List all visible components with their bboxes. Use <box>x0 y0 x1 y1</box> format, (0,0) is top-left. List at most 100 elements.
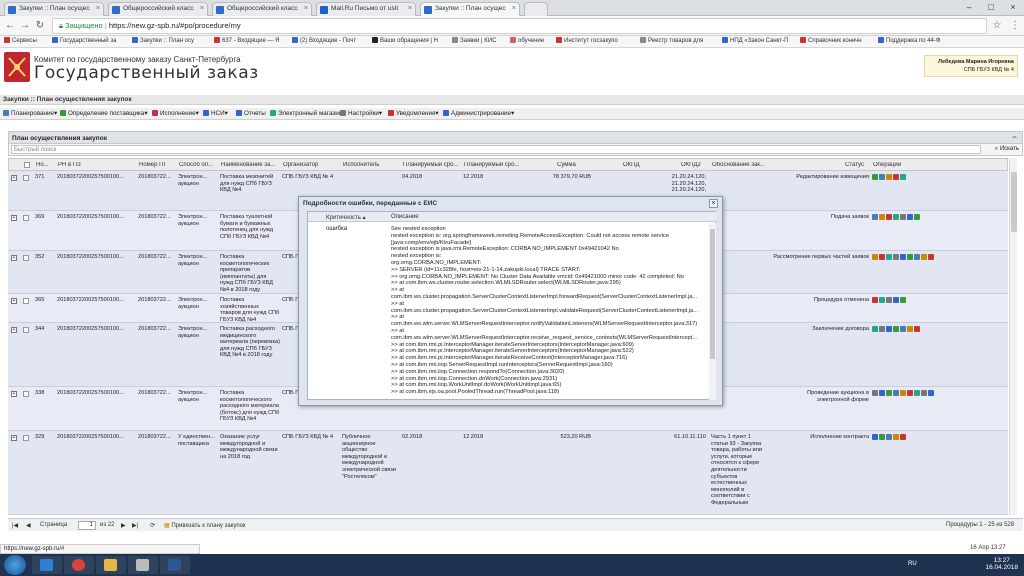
operation-icon[interactable] <box>893 174 899 180</box>
operation-icon[interactable] <box>893 254 899 260</box>
new-tab-button[interactable] <box>524 2 548 16</box>
expand-row-icon[interactable]: + <box>11 435 17 441</box>
operation-icon[interactable] <box>900 434 906 440</box>
browser-tab-active[interactable]: Закупки :: План осущес × <box>420 2 520 16</box>
column-header[interactable]: Организатор <box>283 162 341 168</box>
operation-icon[interactable] <box>928 390 934 396</box>
column-header[interactable]: Планируемый сро... <box>403 162 461 168</box>
row-checkbox[interactable] <box>23 327 29 333</box>
operation-icon[interactable] <box>886 214 892 220</box>
bookmark-item[interactable]: Ваши обращения | Н <box>372 37 438 44</box>
bookmark-item[interactable]: Реестр товаров для <box>640 37 703 44</box>
column-header[interactable]: Исполнитель <box>343 162 401 168</box>
column-header[interactable]: Способ оп... <box>179 162 219 168</box>
quick-search-input[interactable]: Быстрый поиск <box>11 145 981 154</box>
operation-icon[interactable] <box>914 326 920 332</box>
close-tab-icon[interactable]: × <box>408 5 412 12</box>
operation-icon[interactable] <box>879 214 885 220</box>
bookmark-item[interactable]: Закупки :: План осу <box>132 37 194 44</box>
scrollbar-thumb[interactable] <box>1011 172 1017 232</box>
row-checkbox[interactable] <box>23 255 29 261</box>
operation-icon[interactable] <box>886 390 892 396</box>
operation-icon[interactable] <box>886 434 892 440</box>
operation-icon[interactable] <box>872 326 878 332</box>
column-header[interactable]: Номер ПГ <box>139 162 177 168</box>
row-checkbox[interactable] <box>23 435 29 441</box>
expand-row-icon[interactable]: + <box>11 255 17 261</box>
operation-icon[interactable] <box>879 390 885 396</box>
operation-icon[interactable] <box>900 254 906 260</box>
operation-icon[interactable] <box>872 297 878 303</box>
expand-row-icon[interactable]: + <box>11 298 17 304</box>
operation-icon[interactable] <box>872 390 878 396</box>
expand-row-icon[interactable]: + <box>11 391 17 397</box>
menu-eshop[interactable]: Электронный магазин <box>270 110 342 117</box>
reload-icon[interactable]: ↻ <box>33 19 47 33</box>
operation-icon[interactable] <box>907 390 913 396</box>
start-button-icon[interactable] <box>4 555 26 575</box>
refresh-icon[interactable]: ⟳ <box>150 522 155 529</box>
column-header[interactable]: РН в ПЗ <box>58 162 136 168</box>
collapse-panel-icon[interactable]: ⇔ <box>1011 134 1018 141</box>
star-icon[interactable]: ☆ <box>990 19 1004 33</box>
operation-icon[interactable] <box>893 214 899 220</box>
browser-tab[interactable]: Общероссийский класс × <box>108 2 208 16</box>
dialog-scrollbar-thumb[interactable] <box>710 229 715 359</box>
search-button[interactable]: ⌕ Искать <box>995 146 1019 153</box>
close-window-icon[interactable]: × <box>1002 0 1024 14</box>
back-icon[interactable]: ← <box>3 19 17 33</box>
operation-icon[interactable] <box>907 214 913 220</box>
column-header[interactable]: Статус <box>845 162 871 168</box>
column-header[interactable]: Но... <box>36 162 56 168</box>
operation-icon[interactable] <box>928 254 934 260</box>
operation-icon[interactable] <box>893 326 899 332</box>
maximize-window-icon[interactable]: □ <box>980 0 1002 14</box>
operation-icon[interactable] <box>921 254 927 260</box>
browser-tab[interactable]: Mail.Ru Письмо от usti × <box>316 2 416 16</box>
row-checkbox[interactable] <box>23 175 29 181</box>
table-scrollbar[interactable] <box>1009 158 1017 515</box>
language-indicator[interactable]: RU <box>908 561 917 567</box>
operation-icon[interactable] <box>907 326 913 332</box>
operation-icon[interactable] <box>872 174 878 180</box>
menu-supplier[interactable]: Определение поставщика▾ <box>60 110 148 117</box>
taskbar-word[interactable] <box>160 556 190 574</box>
row-checkbox[interactable] <box>23 391 29 397</box>
close-tab-icon[interactable]: × <box>96 5 100 12</box>
bookmark-item[interactable]: Институт госзакупо <box>556 37 618 44</box>
next-page-icon[interactable]: ▶ <box>121 522 126 529</box>
bookmark-item[interactable]: Сервисы <box>4 37 37 44</box>
severity-column-header[interactable]: Критичность ▴ <box>326 214 366 221</box>
operation-icon[interactable] <box>914 254 920 260</box>
bookmark-item[interactable]: Справочник конечн <box>800 37 862 44</box>
first-page-icon[interactable]: |◀ <box>12 522 18 529</box>
operation-icon[interactable] <box>879 297 885 303</box>
column-header[interactable]: ОКПД <box>623 162 653 168</box>
operation-icon[interactable] <box>886 297 892 303</box>
last-page-icon[interactable]: ▶| <box>132 522 138 529</box>
browser-tab[interactable]: Общероссийский класс × <box>212 2 312 16</box>
close-tab-icon[interactable]: × <box>512 5 516 12</box>
operation-icon[interactable] <box>914 214 920 220</box>
column-header[interactable]: Обоснование зак... <box>712 162 770 168</box>
dialog-scrollbar[interactable] <box>709 223 716 400</box>
operation-icon[interactable] <box>879 254 885 260</box>
operation-icon[interactable] <box>900 326 906 332</box>
bookmark-item[interactable]: Поддержка по 44-Ф <box>878 37 940 44</box>
prev-page-icon[interactable]: ◀ <box>26 522 31 529</box>
link-to-plan-button[interactable]: ▦ Привязать к плану закупок <box>164 522 246 529</box>
taskbar-explorer[interactable] <box>96 556 126 574</box>
operation-icon[interactable] <box>886 254 892 260</box>
close-tab-icon[interactable]: × <box>304 5 308 12</box>
operation-icon[interactable] <box>900 297 906 303</box>
row-checkbox[interactable] <box>23 215 29 221</box>
menu-planning[interactable]: Планирование▾ <box>3 110 57 117</box>
bookmark-item[interactable]: Государственный за <box>52 37 116 44</box>
operation-icon[interactable] <box>879 326 885 332</box>
column-header[interactable]: ОКПД2 <box>681 162 709 168</box>
operation-icon[interactable] <box>893 390 899 396</box>
browser-tab[interactable]: Закупки :: План осущес × <box>4 2 104 16</box>
close-tab-icon[interactable]: × <box>200 5 204 12</box>
operation-icon[interactable] <box>872 434 878 440</box>
menu-settings[interactable]: Настройки▾ <box>340 110 382 117</box>
